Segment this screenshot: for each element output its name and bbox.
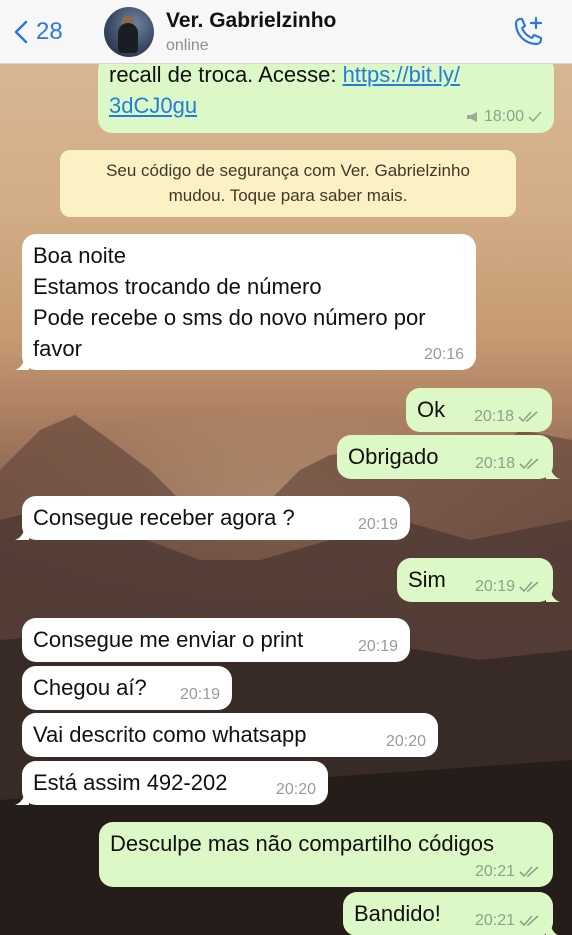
message-time: 20:18 [474,455,515,472]
message-bubble-incoming[interactable]: Consegue me enviar o print 20:19 [22,618,410,662]
message-bubble-incoming[interactable]: Consegue receber agora ? 20:19 [15,496,410,540]
message-bubble-incoming[interactable]: Boa noite Estamos trocando de número Pod… [15,234,476,370]
single-check-icon [528,111,542,123]
message-text-line: Boa noite [33,243,126,268]
message-bubble-incoming[interactable]: Chegou aí? 20:19 [22,666,232,710]
notice-line: Seu código de segurança com Ver. Gabriel… [106,161,470,180]
message-text-line: Estamos trocando de número [33,274,322,299]
double-check-icon [519,458,539,470]
double-check-icon [519,866,539,878]
message-time: 20:16 [423,346,464,363]
double-check-icon [519,915,539,927]
contact-status: online [166,37,209,54]
message-time: 20:19 [357,516,398,533]
message-bubble-outgoing[interactable]: Sim 20:19 [397,558,560,602]
message-bubble-outgoing[interactable]: Ok 20:18 [406,388,552,432]
chat-header: 28 Ver. Gabrielzinho online [0,0,572,64]
message-text-line: favor [33,336,82,361]
message-time: 20:20 [275,781,316,798]
message-text: Desculpe mas não compartilho códigos [110,831,494,856]
message-bubble-outgoing[interactable]: recall de troca. Acesse: https://bit.ly/… [98,56,554,133]
message-text: Consegue me enviar o print [33,627,304,652]
message-bubble-outgoing[interactable]: Obrigado 20:18 [337,435,560,479]
megaphone-icon [466,112,477,122]
notice-line: mudou. Toque para saber mais. [168,186,408,205]
add-call-button[interactable] [508,14,548,50]
message-bubble-outgoing[interactable]: Desculpe mas não compartilho códigos 20:… [99,822,553,887]
message-time: 20:19 [474,578,515,595]
phone-add-icon [514,16,543,46]
message-link-continued[interactable]: 3dCJ0gu [109,93,197,118]
message-time: 18:00 [483,108,524,125]
message-text: Está assim 492-202 [33,770,228,795]
message-text: Vai descrito como whatsapp [33,722,307,747]
message-time: 20:20 [385,733,426,750]
message-list[interactable]: recall de troca. Acesse: https://bit.ly/… [0,56,572,935]
message-text: Consegue receber agora ? [33,505,295,530]
message-time: 20:21 [474,912,515,929]
contact-avatar[interactable] [104,7,154,57]
double-check-icon [518,411,538,423]
back-button[interactable]: 28 [14,16,63,48]
unread-count: 28 [36,18,63,45]
message-link[interactable]: https://bit.ly/ [343,62,460,87]
message-time: 20:18 [473,408,514,425]
contact-name[interactable]: Ver. Gabrielzinho [166,9,336,33]
message-time: 20:21 [474,863,515,880]
message-time: 20:19 [357,638,398,655]
message-bubble-outgoing[interactable]: Bandido! 20:21 [343,892,558,935]
security-code-notice[interactable]: Seu código de segurança com Ver. Gabriel… [60,150,516,217]
message-time: 20:19 [179,686,220,703]
message-bubble-incoming[interactable]: Vai descrito como whatsapp 20:20 [22,713,438,757]
message-bubble-incoming[interactable]: Está assim 492-202 20:20 [15,761,328,805]
chevron-left-icon [14,20,28,44]
double-check-icon [519,581,539,593]
message-text-line: Pode recebe o sms do novo número por [33,305,426,330]
